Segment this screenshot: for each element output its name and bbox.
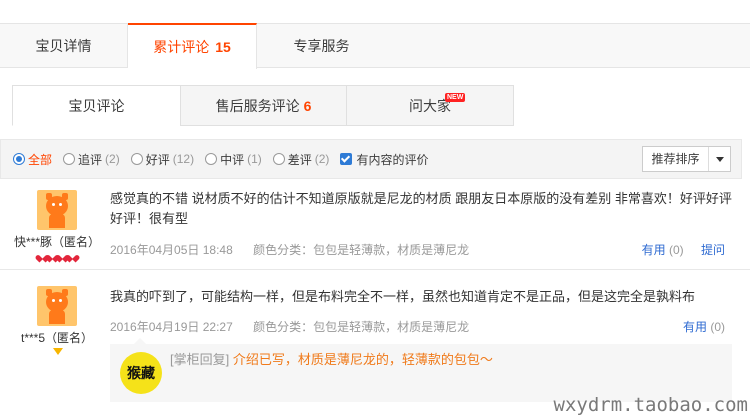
checkbox-checked-icon (340, 153, 353, 165)
review-actions: 有用 (0) 提问 (642, 241, 725, 258)
useful-count: (0) (710, 320, 725, 334)
heart-icon (68, 252, 77, 260)
review-text: 感觉真的不错 说材质不好的估计不知道原版就是尼龙的材质 跟朋友日本原版的没有差别… (110, 191, 732, 226)
radio-icon (272, 153, 285, 165)
filter-count: (12) (172, 152, 195, 166)
chevron-down-icon (709, 147, 730, 171)
filter-count: (1) (247, 152, 262, 166)
radio-icon (130, 153, 143, 165)
filter-negative[interactable]: 差评 (2) (272, 151, 330, 168)
watermark-text: wxydrm.taobao.com (553, 394, 748, 416)
avatar-eye (59, 203, 62, 206)
filter-all[interactable]: 全部 (13, 151, 52, 168)
user-rank (10, 348, 104, 358)
tab-label: 专享服务 (293, 38, 350, 54)
filter-label: 追评 (78, 152, 103, 167)
tab-label: 累计评论 (153, 39, 210, 55)
filter-neutral[interactable]: 中评 (1) (205, 151, 262, 168)
review-item: 快***豚（匿名） 感觉真的不错 说材质不好的估计不知道原版就是尼龙的材质 跟朋… (0, 182, 750, 270)
subtab-label: 宝贝评论 (68, 98, 125, 114)
review-user: t***5（匿名） (10, 286, 104, 358)
radio-icon (13, 153, 25, 165)
filter-label: 全部 (28, 152, 53, 167)
shop-logo-text: 猴藏 (127, 366, 155, 382)
avatar[interactable] (37, 190, 77, 230)
subtab-aftersale-reviews[interactable]: 售后服务评论 6 (180, 85, 347, 126)
avatar-body (49, 310, 65, 324)
filter-label: 差评 (287, 152, 312, 167)
sort-label: 推荐排序 (643, 147, 709, 171)
filter-count: (2) (105, 152, 120, 166)
filter-with-content-checkbox[interactable]: 有内容的评价 (340, 151, 428, 168)
useful-count: (0) (668, 243, 684, 257)
review-meta: 2016年04月19日 22:27 颜色分类：包包是轻薄款，材质是薄尼龙 (110, 318, 469, 335)
ask-button[interactable]: 提问 (701, 243, 725, 257)
avatar-body (49, 214, 65, 228)
subtab-item-reviews[interactable]: 宝贝评论 (12, 85, 181, 126)
review-date: 2016年04月19日 22:27 (110, 320, 233, 334)
radio-icon (205, 153, 218, 165)
radio-icon (63, 153, 76, 165)
useful-button[interactable]: 有用 (642, 243, 666, 257)
diamond-icon (52, 348, 63, 356)
subtab-count: 6 (303, 98, 312, 114)
shop-logo: 猴藏 (120, 352, 162, 394)
avatar-head (46, 196, 68, 216)
avatar-eye (52, 299, 55, 302)
review-actions: 有用 (0) (683, 318, 725, 335)
subtab-ask-everyone[interactable]: 问大家 NEW (346, 85, 514, 126)
useful-button[interactable]: 有用 (683, 320, 707, 334)
review-user: 快***豚（匿名） (10, 190, 104, 262)
filter-follow-up[interactable]: 追评 (2) (63, 151, 120, 168)
checkbox-label: 有内容的评价 (356, 152, 429, 167)
review-sku: 颜色分类：包包是轻薄款，材质是薄尼龙 (253, 320, 470, 334)
tab-exclusive-service[interactable]: 专享服务 (257, 24, 386, 68)
sort-dropdown[interactable]: 推荐排序 (642, 146, 731, 172)
avatar-eye (59, 299, 62, 302)
sub-tab-bar: 宝贝评论 售后服务评论 6 问大家 NEW (12, 85, 514, 126)
avatar[interactable] (37, 286, 77, 326)
avatar-eye (52, 203, 55, 206)
filter-positive[interactable]: 好评 (12) (130, 151, 195, 168)
review-sku: 颜色分类：包包是轻薄款，材质是薄尼龙 (253, 243, 470, 257)
user-rank (10, 252, 104, 262)
new-badge: NEW (445, 93, 466, 102)
avatar-head (46, 292, 68, 312)
subtab-label: 售后服务评论 (215, 98, 300, 114)
filter-label: 好评 (145, 152, 170, 167)
review-date: 2016年04月05日 18:48 (110, 243, 233, 257)
filter-count: (2) (314, 152, 330, 166)
review-text: 我真的吓到了，可能结构一样，但是布料完全不一样，虽然也知道肯定不是正品，但是这完… (110, 289, 696, 304)
main-tab-bar: 宝贝详情 累计评论 15 专享服务 (0, 23, 750, 69)
tab-item-details[interactable]: 宝贝详情 (0, 24, 128, 68)
reply-tag: [掌柜回复] (170, 352, 230, 367)
tab-reviews[interactable]: 累计评论 15 (128, 23, 257, 69)
review-filter-bar: 全部 追评 (2) 好评 (12) 中评 (1) 差评 (2) 有内容的评价 推荐排序 (0, 139, 742, 179)
review-meta: 2016年04月05日 18:48 颜色分类：包包是轻薄款，材质是薄尼龙 (110, 241, 469, 258)
reply-text: [掌柜回复] 介绍已写，材质是薄尼龙的，轻薄款的包包～ (170, 350, 493, 370)
filter-label: 中评 (220, 152, 245, 167)
review-count-badge: 15 (215, 39, 231, 55)
reply-content: 介绍已写，材质是薄尼龙的，轻薄款的包包～ (232, 352, 493, 367)
tab-label: 宝贝详情 (35, 38, 92, 54)
username: 快***豚（匿名） (13, 235, 100, 249)
username: t***5（匿名） (20, 331, 94, 345)
